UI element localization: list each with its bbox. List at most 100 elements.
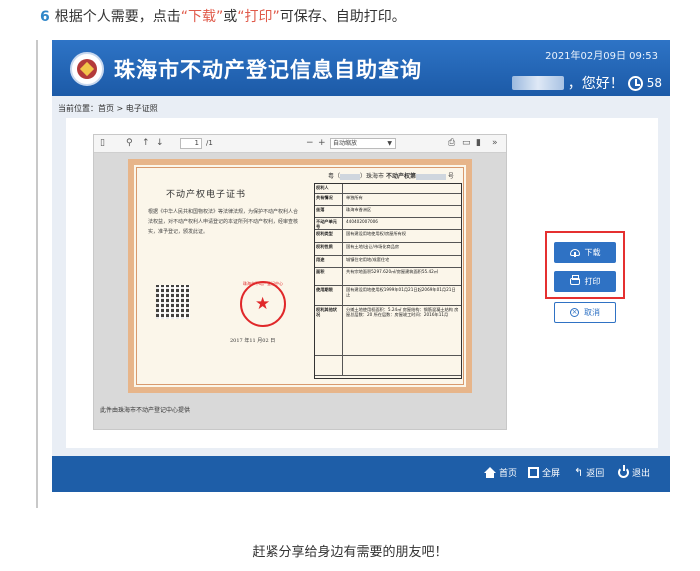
certificate-row-key: 坐落 bbox=[315, 206, 343, 217]
certificate-row-value: 国有土地/出让/市场化商品房 bbox=[346, 244, 400, 249]
step-download-word: “下载” bbox=[180, 9, 224, 25]
content-panel: ▯ ⚲ ↑ ↓ 1 /1 − + 自动缩放 ▼ ⎙ ▭ ▮ » 不动产权电子证书… bbox=[66, 118, 658, 448]
certificate-row-value: 分摊土地使用权面积：5.24㎡ 房屋结构：钢筋混凝土结构 房屋总层数：20 所在… bbox=[346, 307, 459, 317]
more-tools-icon[interactable]: » bbox=[492, 137, 498, 150]
certificate-row: 用途 城镇住宅用地/成套住宅 bbox=[315, 256, 461, 268]
home-label: 首页 bbox=[499, 469, 518, 479]
print-icon[interactable]: ⎙ bbox=[448, 137, 455, 150]
certificate-row-value bbox=[345, 184, 460, 193]
certificate-row: 坐落 珠海市香洲区 bbox=[315, 206, 461, 218]
greeting: ，您好！ 58 bbox=[511, 73, 662, 93]
certificate-row-value: 国有建设用地使用权/房屋所有权 bbox=[346, 231, 407, 236]
certificate-row: 权利类型 国有建设用地使用权/房屋所有权 bbox=[315, 230, 461, 243]
qr-code-icon bbox=[156, 285, 190, 319]
step-print-word: “打印” bbox=[237, 9, 280, 25]
open-file-icon[interactable]: ▭ bbox=[462, 137, 471, 150]
certificate-title: 不动产权电子证书 bbox=[166, 190, 247, 200]
datetime: 2021年02月09日 09:53 bbox=[545, 51, 658, 62]
certificate-date: 2017 年11 月02 日 bbox=[230, 338, 276, 344]
certificate-row-key: 共有情况 bbox=[315, 194, 343, 205]
certificate-row-value: 共有宗地面积5297.620㎡/房屋建筑面积55.42㎡ bbox=[346, 269, 439, 274]
zoom-select[interactable]: 自动缩放 ▼ bbox=[330, 138, 396, 149]
pdf-viewer: ▯ ⚲ ↑ ↓ 1 /1 − + 自动缩放 ▼ ⎙ ▭ ▮ » 不动产权电子证书… bbox=[93, 134, 507, 430]
certificate-right: 粤（ ）珠海市 不动产权第 号 权利人 共有情况 单独所有 坐落 珠海市香洲区 不动产单元号… bbox=[314, 171, 464, 383]
certificate-row-key: 权利其他状况 bbox=[315, 306, 343, 355]
quote-bar bbox=[36, 40, 38, 508]
search-icon[interactable]: ⚲ bbox=[126, 137, 133, 150]
zoom-out-icon[interactable]: − bbox=[306, 137, 314, 150]
back-arrow-icon: ↰ bbox=[574, 466, 584, 479]
user-name-blurred bbox=[511, 76, 564, 90]
certificate-row-key: 面积 bbox=[315, 268, 343, 285]
close-icon: × bbox=[570, 308, 579, 317]
emblem-icon bbox=[70, 52, 104, 86]
step-or: 或 bbox=[223, 9, 238, 25]
zoom-value: 自动缩放 bbox=[333, 140, 358, 147]
certificate-row-key: 用途 bbox=[315, 256, 343, 267]
page-total: /1 bbox=[206, 139, 213, 147]
official-seal-icon: 珠海市不动产登记中心 ★ bbox=[240, 281, 286, 327]
home-button[interactable]: 首页 bbox=[484, 466, 517, 479]
certificate-row-value: 城镇住宅用地/成套住宅 bbox=[346, 257, 390, 262]
certificate-row-value: 国有建设用地使用权1999年01月21日起2069年01月21日止 bbox=[346, 287, 456, 297]
greeting-text: ，您好！ bbox=[567, 76, 624, 92]
download-button[interactable]: 下载 bbox=[554, 242, 616, 263]
certificate-left: 不动产权电子证书 根据《中华人民共和国物权法》等法律法规，为保护不动产权利人合法… bbox=[144, 173, 304, 383]
certificate-table: 权利人 共有情况 单独所有 坐落 珠海市香洲区 不动产单元号 440402007006 权利类… bbox=[314, 183, 462, 379]
exit-label: 退出 bbox=[632, 469, 651, 479]
back-label: 返回 bbox=[586, 469, 605, 479]
cancel-button[interactable]: × 取消 bbox=[554, 302, 616, 323]
certificate-row-key: 权利类型 bbox=[315, 230, 343, 242]
step-number: 6 bbox=[40, 9, 50, 25]
viewer-footer-note: 此件由珠海市不动产登记中心提供 bbox=[100, 407, 191, 414]
zoom-in-icon[interactable]: + bbox=[318, 137, 326, 150]
cloud-download-icon bbox=[569, 249, 580, 257]
certificate-row-value bbox=[345, 356, 460, 375]
certificate-row: 权利人 bbox=[315, 184, 461, 194]
sidebar-toggle-icon[interactable]: ▯ bbox=[100, 137, 105, 150]
bookmark-icon[interactable]: ▮ bbox=[476, 137, 481, 150]
page-number-input[interactable]: 1 bbox=[180, 138, 202, 149]
step-text-after: 可保存、自助打印。 bbox=[279, 9, 406, 25]
share-caption: 赶紧分享给身边有需要的朋友吧！ bbox=[252, 545, 448, 560]
certificate-number: 粤（ ）珠海市 不动产权第 号 bbox=[328, 173, 454, 180]
step-instruction: 6 根据个人需要，点击“下载”或“打印”可保存、自助打印。 bbox=[40, 6, 406, 26]
app-header: 珠海市不动产登记信息自助查询 2021年02月09日 09:53 ，您好！ 58 bbox=[52, 40, 670, 96]
clock-icon bbox=[627, 75, 643, 91]
certificate-row-value: 珠海市香洲区 bbox=[346, 207, 372, 212]
certificate-row: 面积 共有宗地面积5297.620㎡/房屋建筑面积55.42㎡ bbox=[315, 268, 461, 286]
printer-icon bbox=[569, 275, 580, 285]
certificate-row-key: 使用期限 bbox=[315, 286, 343, 305]
next-page-icon[interactable]: ↓ bbox=[156, 137, 164, 150]
certificate-row-key bbox=[315, 356, 343, 375]
certificate-row: 权利性质 国有土地/出让/市场化商品房 bbox=[315, 243, 461, 256]
certificate-body: 根据《中华人民共和国物权法》等法律法规，为保护不动产权利人合法权益，对不动产权利… bbox=[148, 209, 299, 235]
pdf-toolbar: ▯ ⚲ ↑ ↓ 1 /1 − + 自动缩放 ▼ ⎙ ▭ ▮ » bbox=[94, 135, 506, 153]
certificate-row-value: 440402007006 bbox=[346, 219, 378, 224]
back-button[interactable]: ↰ 返回 bbox=[574, 466, 604, 479]
print-label: 打印 bbox=[584, 277, 601, 286]
certificate-row-key: 权利性质 bbox=[315, 243, 343, 255]
certificate-row: 使用期限 国有建设用地使用权1999年01月21日起2069年01月21日止 bbox=[315, 286, 461, 306]
prev-page-icon[interactable]: ↑ bbox=[142, 137, 150, 150]
certificate-row: 权利其他状况 分摊土地使用权面积：5.24㎡ 房屋结构：钢筋混凝土结构 房屋总层数… bbox=[315, 306, 461, 356]
certificate-page: 不动产权电子证书 根据《中华人民共和国物权法》等法律法规，为保护不动产权利人合法… bbox=[128, 159, 472, 393]
certificate-row: 共有情况 单独所有 bbox=[315, 194, 461, 206]
certificate-row: 不动产单元号 440402007006 bbox=[315, 218, 461, 230]
home-icon bbox=[484, 466, 496, 478]
fullscreen-label: 全屏 bbox=[542, 469, 561, 479]
bottom-nav: 首页 全屏 ↰ 返回 退出 bbox=[52, 456, 670, 492]
certificate-row-key: 权利人 bbox=[315, 184, 343, 193]
app-title: 珠海市不动产登记信息自助查询 bbox=[114, 57, 422, 82]
print-button[interactable]: 打印 bbox=[554, 271, 616, 292]
main-content: 当前位置：首页 > 电子证照 ▯ ⚲ ↑ ↓ 1 /1 − + 自动缩放 ▼ ⎙ … bbox=[52, 96, 670, 456]
fullscreen-button[interactable]: 全屏 bbox=[528, 466, 560, 479]
download-label: 下载 bbox=[584, 248, 601, 257]
cancel-label: 取消 bbox=[584, 308, 600, 317]
step-text: 根据个人需要，点击 bbox=[54, 9, 181, 25]
certificate-row-value: 单独所有 bbox=[346, 195, 363, 200]
exit-button[interactable]: 退出 bbox=[618, 465, 651, 479]
certificate-row bbox=[315, 356, 461, 376]
breadcrumb: 当前位置：首页 > 电子证照 bbox=[58, 104, 158, 113]
fullscreen-icon bbox=[528, 467, 539, 478]
